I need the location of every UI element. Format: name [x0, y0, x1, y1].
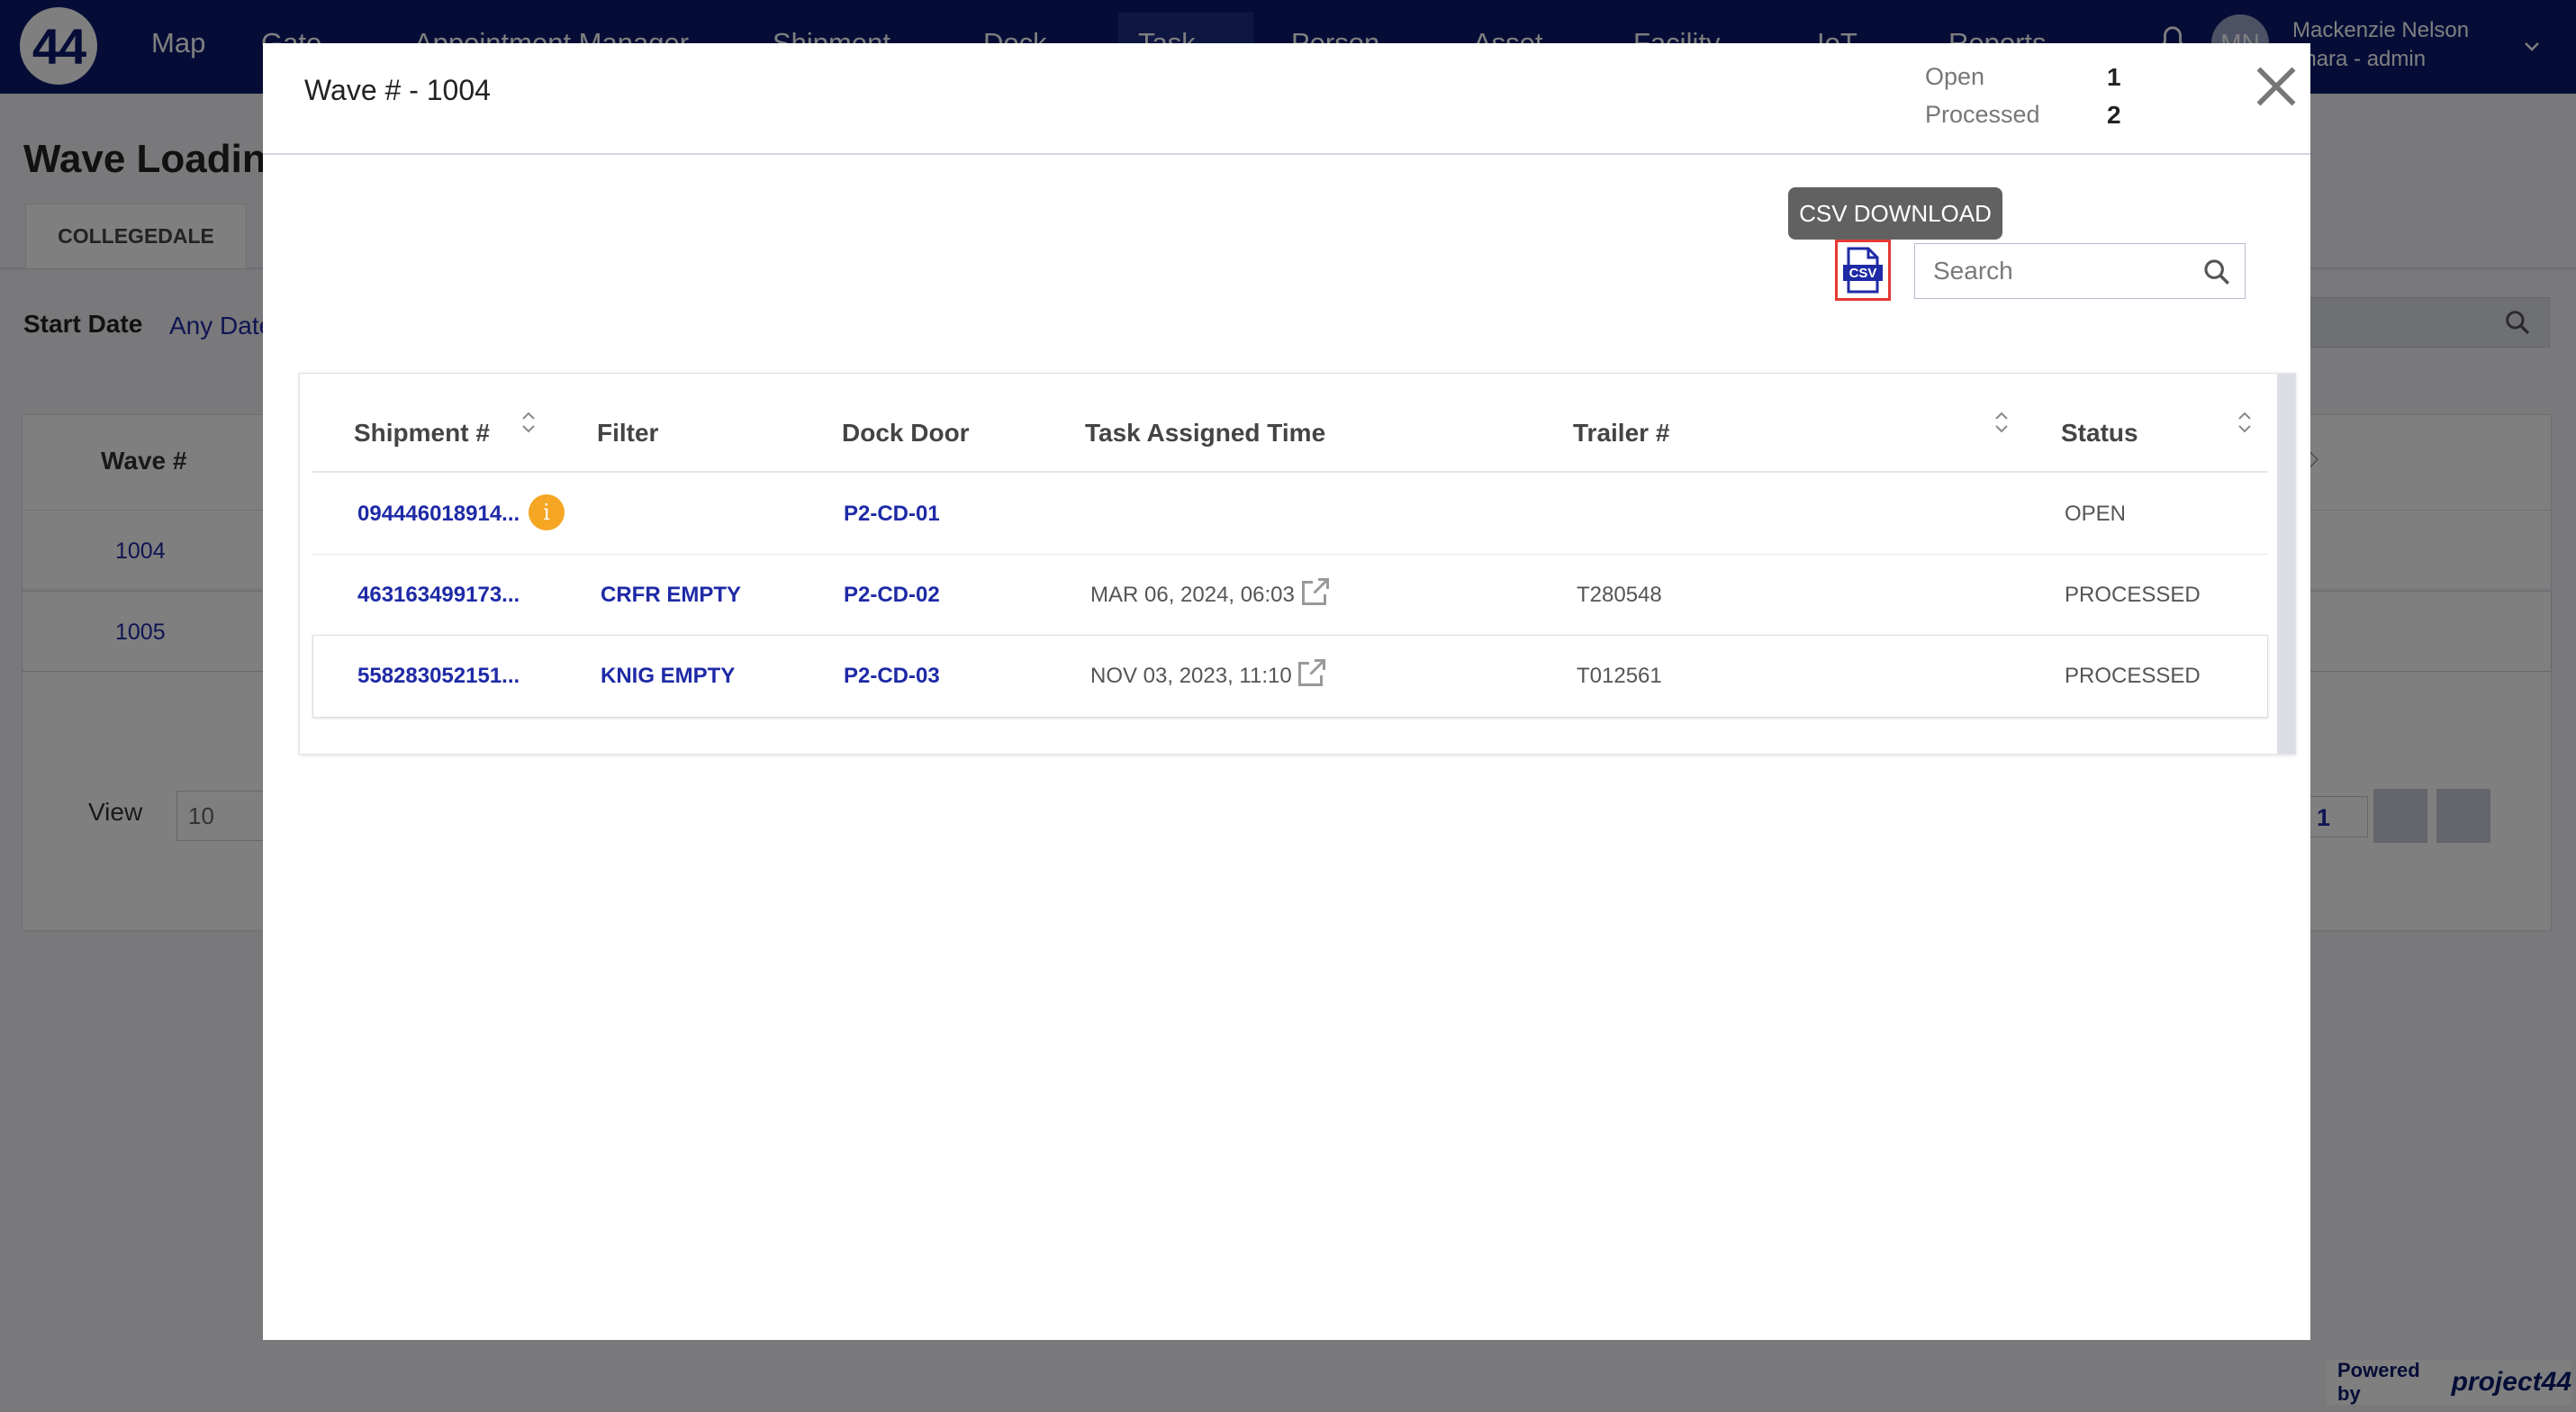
- shipments-table: Shipment # Filter Dock Door Task Assigne…: [299, 373, 2296, 755]
- trailer-cell: T280548: [1577, 583, 1662, 607]
- dock-door-link[interactable]: P2-CD-03: [844, 664, 940, 689]
- external-link-icon[interactable]: [1296, 656, 1328, 689]
- csv-download-button[interactable]: CSV: [1835, 240, 1891, 301]
- csv-file-icon: CSV: [1843, 247, 1883, 294]
- processed-stat-label: Processed: [1925, 101, 2040, 128]
- modal-header: Wave # - 1004 Open 1 Processed 2: [263, 43, 2310, 155]
- close-icon[interactable]: [2253, 63, 2300, 110]
- search-input[interactable]: [1915, 246, 2185, 296]
- dock-door-link[interactable]: P2-CD-02: [844, 583, 940, 608]
- column-header-trailer[interactable]: Trailer #: [1573, 419, 1669, 448]
- column-header-shipment[interactable]: Shipment #: [354, 419, 490, 448]
- sort-icon[interactable]: [1991, 408, 2012, 437]
- divider: [312, 554, 2268, 555]
- status-cell: OPEN: [2065, 502, 2127, 526]
- shipment-link[interactable]: 463163499173...: [357, 583, 520, 608]
- task-time-cell: NOV 03, 2023, 11:10: [1090, 664, 1292, 688]
- open-stat-value: 1: [2107, 63, 2121, 91]
- vertical-scrollbar[interactable]: [2277, 374, 2295, 754]
- wave-detail-modal: Wave # - 1004 Open 1 Processed 2 CSV DOW…: [263, 43, 2310, 1340]
- sort-icon[interactable]: [2234, 408, 2255, 437]
- trailer-cell: T012561: [1577, 664, 1662, 688]
- dock-door-link[interactable]: P2-CD-01: [844, 502, 940, 527]
- open-stat-label: Open: [1925, 63, 1985, 90]
- shipment-link[interactable]: 558283052151...: [357, 664, 520, 689]
- column-header-filter: Filter: [597, 419, 659, 447]
- shipment-link[interactable]: 094446018914...: [357, 502, 520, 527]
- csv-icon-text: CSV: [1849, 266, 1877, 281]
- sort-icon[interactable]: [518, 408, 539, 437]
- info-icon[interactable]: i: [529, 494, 565, 530]
- external-link-icon[interactable]: [1299, 575, 1332, 608]
- search-icon[interactable]: [2201, 257, 2232, 287]
- task-time-cell: MAR 06, 2024, 06:03: [1090, 583, 1295, 607]
- search-field[interactable]: [1914, 243, 2246, 299]
- column-header-dock-door: Dock Door: [842, 419, 970, 447]
- csv-download-tooltip: CSV DOWNLOAD: [1788, 187, 2002, 240]
- status-cell: PROCESSED: [2065, 583, 2201, 607]
- processed-stat-value: 2: [2107, 101, 2121, 129]
- modal-title: Wave # - 1004: [304, 74, 491, 106]
- column-header-status[interactable]: Status: [2061, 419, 2138, 448]
- status-cell: PROCESSED: [2065, 664, 2201, 688]
- table-header-divider: [312, 471, 2268, 473]
- column-header-task-assigned-time: Task Assigned Time: [1085, 419, 1326, 447]
- filter-link[interactable]: CRFR EMPTY: [601, 583, 741, 608]
- filter-link[interactable]: KNIG EMPTY: [601, 664, 735, 689]
